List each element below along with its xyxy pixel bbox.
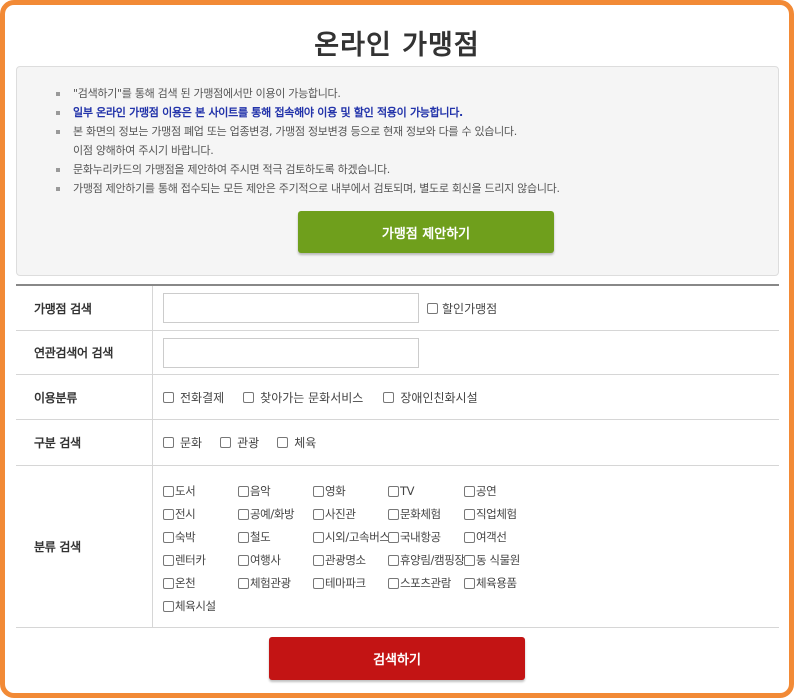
category-option[interactable]: 공예/화방 xyxy=(238,504,313,524)
checkbox-icon[interactable] xyxy=(383,391,395,403)
checkbox-icon[interactable] xyxy=(238,485,249,497)
bullet-icon xyxy=(56,130,60,134)
category-option[interactable]: 국내항공 xyxy=(388,527,464,547)
bullet-icon xyxy=(56,168,60,172)
category-option[interactable]: 숙박 xyxy=(163,527,238,547)
usage-type-label: 이용분류 xyxy=(16,375,153,419)
category-option[interactable]: 도서 xyxy=(163,481,238,501)
division-option-sports[interactable]: 체육 xyxy=(277,434,316,451)
category-option[interactable]: 여객선 xyxy=(464,527,534,547)
division-option-culture[interactable]: 문화 xyxy=(163,434,202,451)
usage-type-row: 이용분류 전화결제 찾아가는 문화서비스 장애인친화시설 xyxy=(16,375,779,420)
category-option[interactable]: 스포츠관람 xyxy=(388,573,464,593)
category-option[interactable]: 직업체험 xyxy=(464,504,534,524)
category-row: 분류 검색 도서 음악 영화 TV 공연 전시 공예/화방 사진관 문화체험 직… xyxy=(16,466,779,628)
checkbox-icon[interactable] xyxy=(163,508,174,520)
checkbox-icon[interactable] xyxy=(277,437,289,448)
checkbox-icon[interactable] xyxy=(313,485,324,497)
division-row: 구분 검색 문화 관광 체육 xyxy=(16,420,779,466)
notice-item: "검색하기"를 통해 검색 된 가맹점에서만 이용이 가능합니다. xyxy=(56,84,560,103)
checkbox-icon[interactable] xyxy=(388,485,399,497)
category-option[interactable]: 체육용품 xyxy=(464,573,534,593)
checkbox-icon[interactable] xyxy=(163,391,174,403)
checkbox-icon[interactable] xyxy=(313,577,324,589)
category-option[interactable]: 체육시설 xyxy=(163,596,238,616)
store-search-row: 가맹점 검색 할인가맹점 xyxy=(16,286,779,331)
checkbox-icon[interactable] xyxy=(313,531,324,543)
usage-option-accessible[interactable]: 장애인친화시설 xyxy=(383,389,478,406)
checkbox-icon[interactable] xyxy=(163,600,174,612)
notice-item: 문화누리카드의 가맹점을 제안하여 주시면 적극 검토하도록 하겠습니다. xyxy=(56,160,560,179)
division-option-tourism[interactable]: 관광 xyxy=(220,434,259,451)
checkbox-icon[interactable] xyxy=(238,531,249,543)
category-option[interactable]: 시외/고속버스 xyxy=(313,527,390,547)
category-grid: 도서 음악 영화 TV 공연 전시 공예/화방 사진관 문화체험 직업체험 숙박… xyxy=(163,477,534,616)
notice-item-highlight: 일부 온라인 가맹점 이용은 본 사이트를 통해 접속해야 이용 및 할인 적용… xyxy=(56,103,560,122)
checkbox-icon[interactable] xyxy=(238,577,249,589)
usage-option-phone[interactable]: 전화결제 xyxy=(163,389,224,406)
category-option[interactable]: 사진관 xyxy=(313,504,388,524)
checkbox-icon[interactable] xyxy=(464,577,475,589)
checkbox-icon[interactable] xyxy=(464,554,475,566)
checkbox-icon[interactable] xyxy=(163,485,174,497)
notice-item-continuation: 이점 양해하여 주시기 바랍니다. xyxy=(73,144,214,157)
category-option[interactable]: 테마파크 xyxy=(313,573,388,593)
category-option[interactable]: 철도 xyxy=(238,527,313,547)
category-option[interactable]: 음악 xyxy=(238,481,313,501)
category-option[interactable]: 휴양림/캠핑장 xyxy=(388,550,465,570)
category-option[interactable]: TV xyxy=(388,481,464,501)
usage-option-visiting-service[interactable]: 찾아가는 문화서비스 xyxy=(243,389,363,406)
checkbox-icon[interactable] xyxy=(238,508,249,520)
checkbox-icon[interactable] xyxy=(464,531,475,543)
checkbox-icon[interactable] xyxy=(313,508,324,520)
category-option[interactable]: 온천 xyxy=(163,573,238,593)
checkbox-icon[interactable] xyxy=(388,531,399,543)
notice-box: "검색하기"를 통해 검색 된 가맹점에서만 이용이 가능합니다. 일부 온라인… xyxy=(16,66,779,276)
checkbox-icon[interactable] xyxy=(388,577,399,589)
checkbox-icon[interactable] xyxy=(238,554,249,566)
bullet-icon xyxy=(56,111,60,115)
category-option[interactable]: 전시 xyxy=(163,504,238,524)
category-option[interactable]: 관광명소 xyxy=(313,550,388,570)
page-frame: 온라인 가맹점 "검색하기"를 통해 검색 된 가맹점에서만 이용이 가능합니다… xyxy=(0,0,794,698)
notice-list: "검색하기"를 통해 검색 된 가맹점에서만 이용이 가능합니다. 일부 온라인… xyxy=(56,84,560,198)
keyword-search-label: 연관검색어 검색 xyxy=(16,331,153,374)
checkbox-icon[interactable] xyxy=(163,437,174,448)
page-title: 온라인 가맹점 xyxy=(314,30,480,61)
keyword-search-row: 연관검색어 검색 xyxy=(16,331,779,375)
category-option[interactable]: 동 식물원 xyxy=(464,550,534,570)
category-option[interactable]: 체험관광 xyxy=(238,573,313,593)
store-search-label: 가맹점 검색 xyxy=(16,286,153,330)
notice-item: 가맹점 제안하기를 통해 접수되는 모든 제안은 주기적으로 내부에서 검토되며… xyxy=(56,179,560,198)
checkbox-icon[interactable] xyxy=(163,531,174,543)
checkbox-icon[interactable] xyxy=(464,485,475,497)
bullet-icon xyxy=(56,187,60,191)
search-button[interactable]: 검색하기 xyxy=(269,637,525,680)
store-search-input[interactable] xyxy=(163,293,419,323)
category-option[interactable]: 렌터카 xyxy=(163,550,238,570)
category-option[interactable]: 문화체험 xyxy=(388,504,464,524)
checkbox-icon[interactable] xyxy=(220,437,232,448)
checkbox-icon[interactable] xyxy=(388,554,399,566)
checkbox-icon[interactable] xyxy=(163,577,174,589)
category-option[interactable]: 여행사 xyxy=(238,550,313,570)
checkbox-icon[interactable] xyxy=(243,391,255,403)
category-option[interactable]: 공연 xyxy=(464,481,534,501)
checkbox-icon[interactable] xyxy=(313,554,324,566)
division-label: 구분 검색 xyxy=(16,420,153,465)
notice-item: 본 화면의 정보는 가맹점 폐업 또는 업종변경, 가맹점 정보변경 등으로 현… xyxy=(56,122,560,141)
suggest-store-button[interactable]: 가맹점 제안하기 xyxy=(298,211,554,253)
bullet-icon xyxy=(56,92,60,96)
category-label: 분류 검색 xyxy=(16,466,153,627)
checkbox-icon[interactable] xyxy=(163,554,174,566)
keyword-search-input[interactable] xyxy=(163,337,419,368)
checkbox-icon[interactable] xyxy=(388,508,399,520)
search-form: 가맹점 검색 할인가맹점 연관검색어 검색 이용분류 전화결제 찾아가는 문화서… xyxy=(16,284,779,628)
checkbox-icon[interactable] xyxy=(427,302,438,314)
discount-store-checkbox[interactable]: 할인가맹점 xyxy=(427,300,497,317)
checkbox-icon[interactable] xyxy=(464,508,475,520)
category-option[interactable]: 영화 xyxy=(313,481,388,501)
